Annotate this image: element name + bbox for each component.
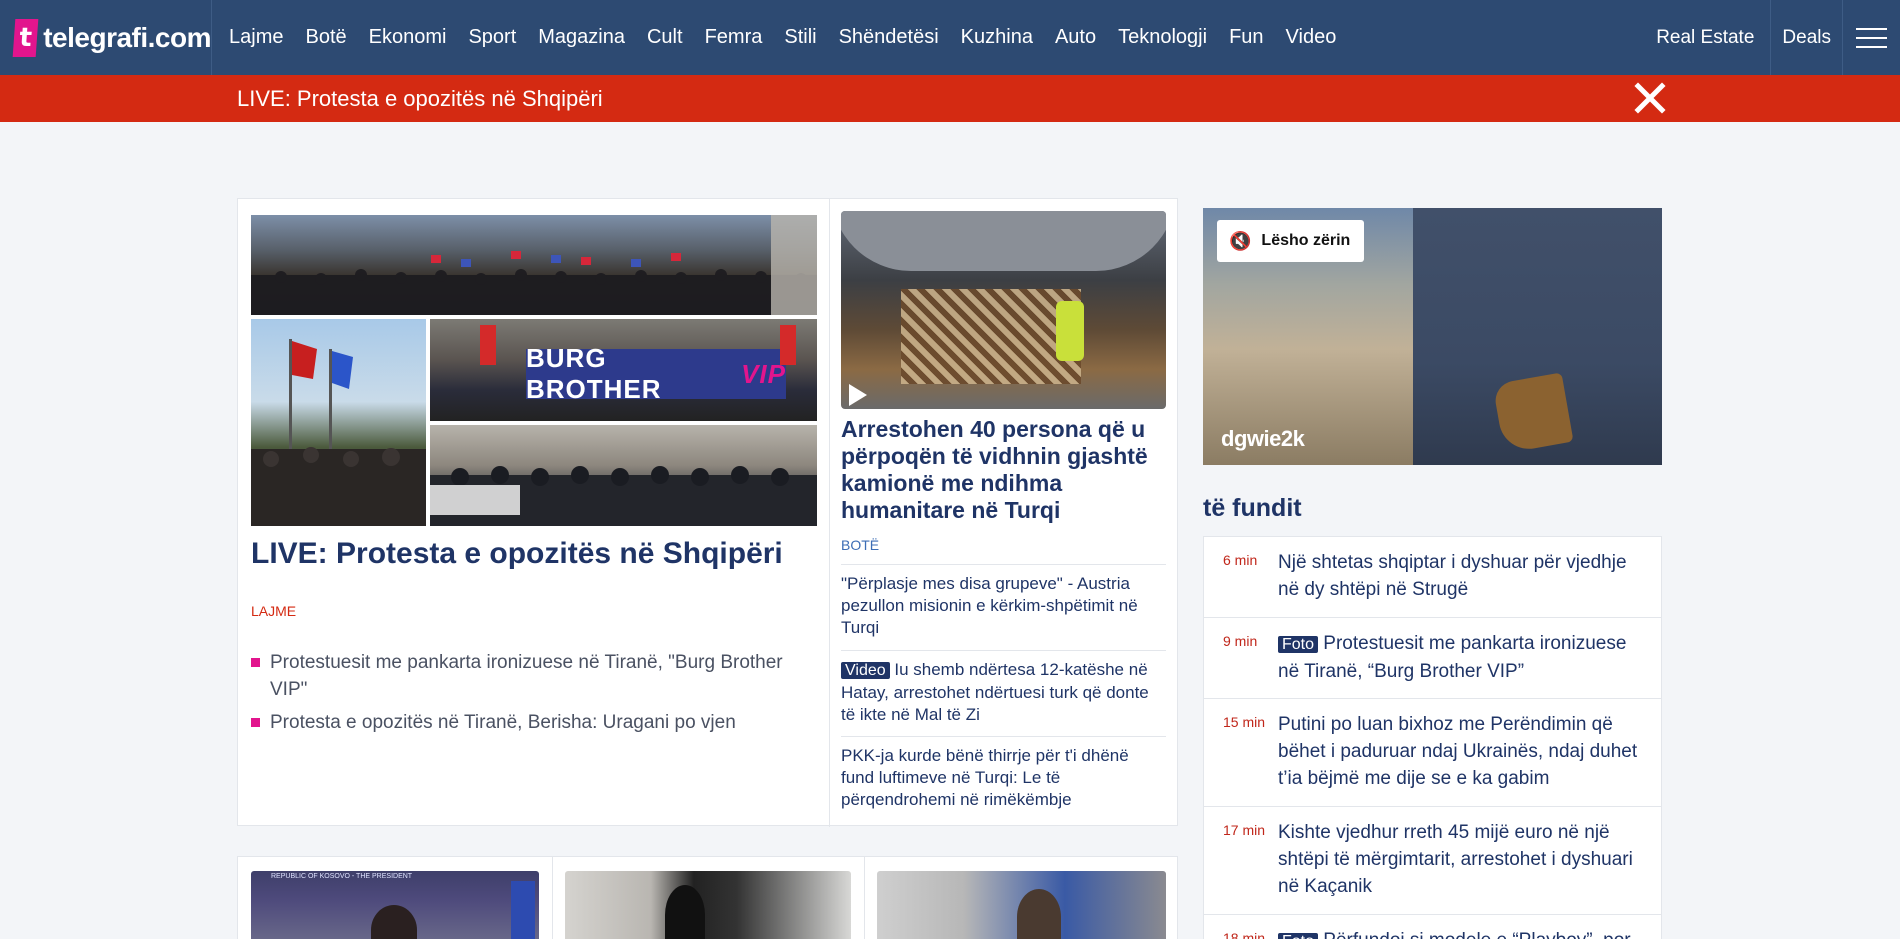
featured-section: BURG BROTHER VIP LIVE: Protesta e opozit… [237,198,1178,827]
unmute-button[interactable]: 🔇 Lësho zërin [1217,220,1365,262]
nav-item-auto[interactable]: Auto [1044,0,1107,75]
teaser-image[interactable] [877,871,1166,942]
latest-item[interactable]: 15 min Putini po luan bixhoz me Perëndim… [1204,699,1661,807]
featured-image-collage[interactable]: BURG BROTHER VIP [251,215,817,526]
crowd-photo [251,215,817,315]
bullet-icon [251,718,260,727]
close-icon[interactable] [1633,81,1667,115]
protest-banner: BURG BROTHER VIP [526,343,786,404]
nav-item-stili[interactable]: Stili [773,0,827,75]
logo-mark-icon: t [12,18,39,57]
nav-item-cult[interactable]: Cult [636,0,694,75]
side-list-item[interactable]: PKK-ja kurde bënë thirrje për t'i dhënë … [841,745,1166,811]
related-item[interactable]: Protestuesit me pankarta ironizuese në T… [251,649,811,703]
bullet-icon [251,658,260,667]
nav-item-ekonomi[interactable]: Ekonomi [358,0,458,75]
bottom-teasers: REPUBLIC OF KOSOVO - THE PRESIDENT [237,856,1178,942]
nav-item-magazina[interactable]: Magazina [527,0,636,75]
nav-item-fun[interactable]: Fun [1218,0,1274,75]
latest-item[interactable]: 6 min Një shtetas shqiptar i dyshuar për… [1204,537,1661,618]
video-watermark: dgwie2k [1221,426,1305,451]
time-label: 9 min [1223,633,1258,649]
nav-item-teknologji[interactable]: Teknologji [1107,0,1218,75]
related-item[interactable]: Protesta e opozitës në Tiranë, Berisha: … [251,709,811,736]
logo-text: telegrafi.com [43,21,211,53]
video-tag: Video [841,662,890,679]
teaser-image[interactable] [565,871,851,942]
side-story-category[interactable]: BOTË [841,537,879,553]
live-banner-text[interactable]: LIVE: Protesta e opozitës në Shqipëri [237,86,603,112]
teaser-image[interactable]: REPUBLIC OF KOSOVO - THE PRESIDENT [251,871,539,942]
related-list: Protestuesit me pankarta ironizuese në T… [251,649,811,742]
right-nav: Real Estate Deals [1645,0,1900,75]
menu-icon[interactable] [1842,0,1900,75]
time-label: 15 min [1223,714,1266,730]
video-player[interactable]: 🔇 Lësho zërin dgwie2k [1203,208,1662,465]
separator [841,736,1166,737]
site-logo[interactable]: t telegrafi.com [0,0,212,75]
nav-item-deals[interactable]: Deals [1770,0,1842,75]
top-navigation-bar: t telegrafi.com Lajme Botë Ekonomi Sport… [0,0,1900,75]
nav-item-real-estate[interactable]: Real Estate [1645,0,1770,75]
teaser-caption: REPUBLIC OF KOSOVO - THE PRESIDENT [271,873,413,880]
photo-tag: Foto [1278,636,1319,653]
featured-category[interactable]: LAJME [251,603,296,619]
nav-item-femra[interactable]: Femra [694,0,774,75]
side-story-image[interactable] [841,211,1166,409]
play-icon[interactable] [849,384,867,406]
nav-item-lajme[interactable]: Lajme [218,0,294,75]
main-nav: Lajme Botë Ekonomi Sport Magazina Cult F… [218,0,1347,75]
side-list-item[interactable]: Video Iu shemb ndërtesa 12-katëshe në Ha… [841,659,1166,726]
nav-item-shendetesi[interactable]: Shëndetësi [828,0,950,75]
speaker-muted-icon: 🔇 [1229,230,1252,251]
nav-item-sport[interactable]: Sport [457,0,527,75]
latest-heading: të fundit [1203,494,1302,522]
latest-list: 6 min Një shtetas shqiptar i dyshuar për… [1203,536,1662,942]
time-label: 6 min [1223,552,1258,568]
police-photo [430,425,817,526]
nav-item-kuzhina[interactable]: Kuzhina [950,0,1044,75]
latest-item[interactable]: 17 min Kishte vjedhur rreth 45 mijë euro… [1204,807,1661,915]
flags-photo [251,319,426,526]
side-list-item[interactable]: "Përplasje mes disa grupeve" - Austria p… [841,573,1166,639]
latest-item[interactable]: 18 min Foto Përfundoi si modele e “Playb… [1204,915,1661,941]
separator [841,564,1166,565]
side-story-headline[interactable]: Arrestohen 40 persona që u përpoqën të v… [841,416,1161,524]
separator [841,650,1166,651]
banner-photo: BURG BROTHER VIP [430,319,817,421]
featured-headline[interactable]: LIVE: Protesta e opozitës në Shqipëri [251,537,817,571]
time-label: 17 min [1223,822,1266,838]
nav-item-bote[interactable]: Botë [294,0,357,75]
latest-item[interactable]: 9 min Foto Protestuesit me pankarta iron… [1204,618,1661,699]
live-banner[interactable]: LIVE: Protesta e opozitës në Shqipëri [0,75,1900,122]
column-divider [829,199,830,827]
nav-item-video[interactable]: Video [1275,0,1348,75]
